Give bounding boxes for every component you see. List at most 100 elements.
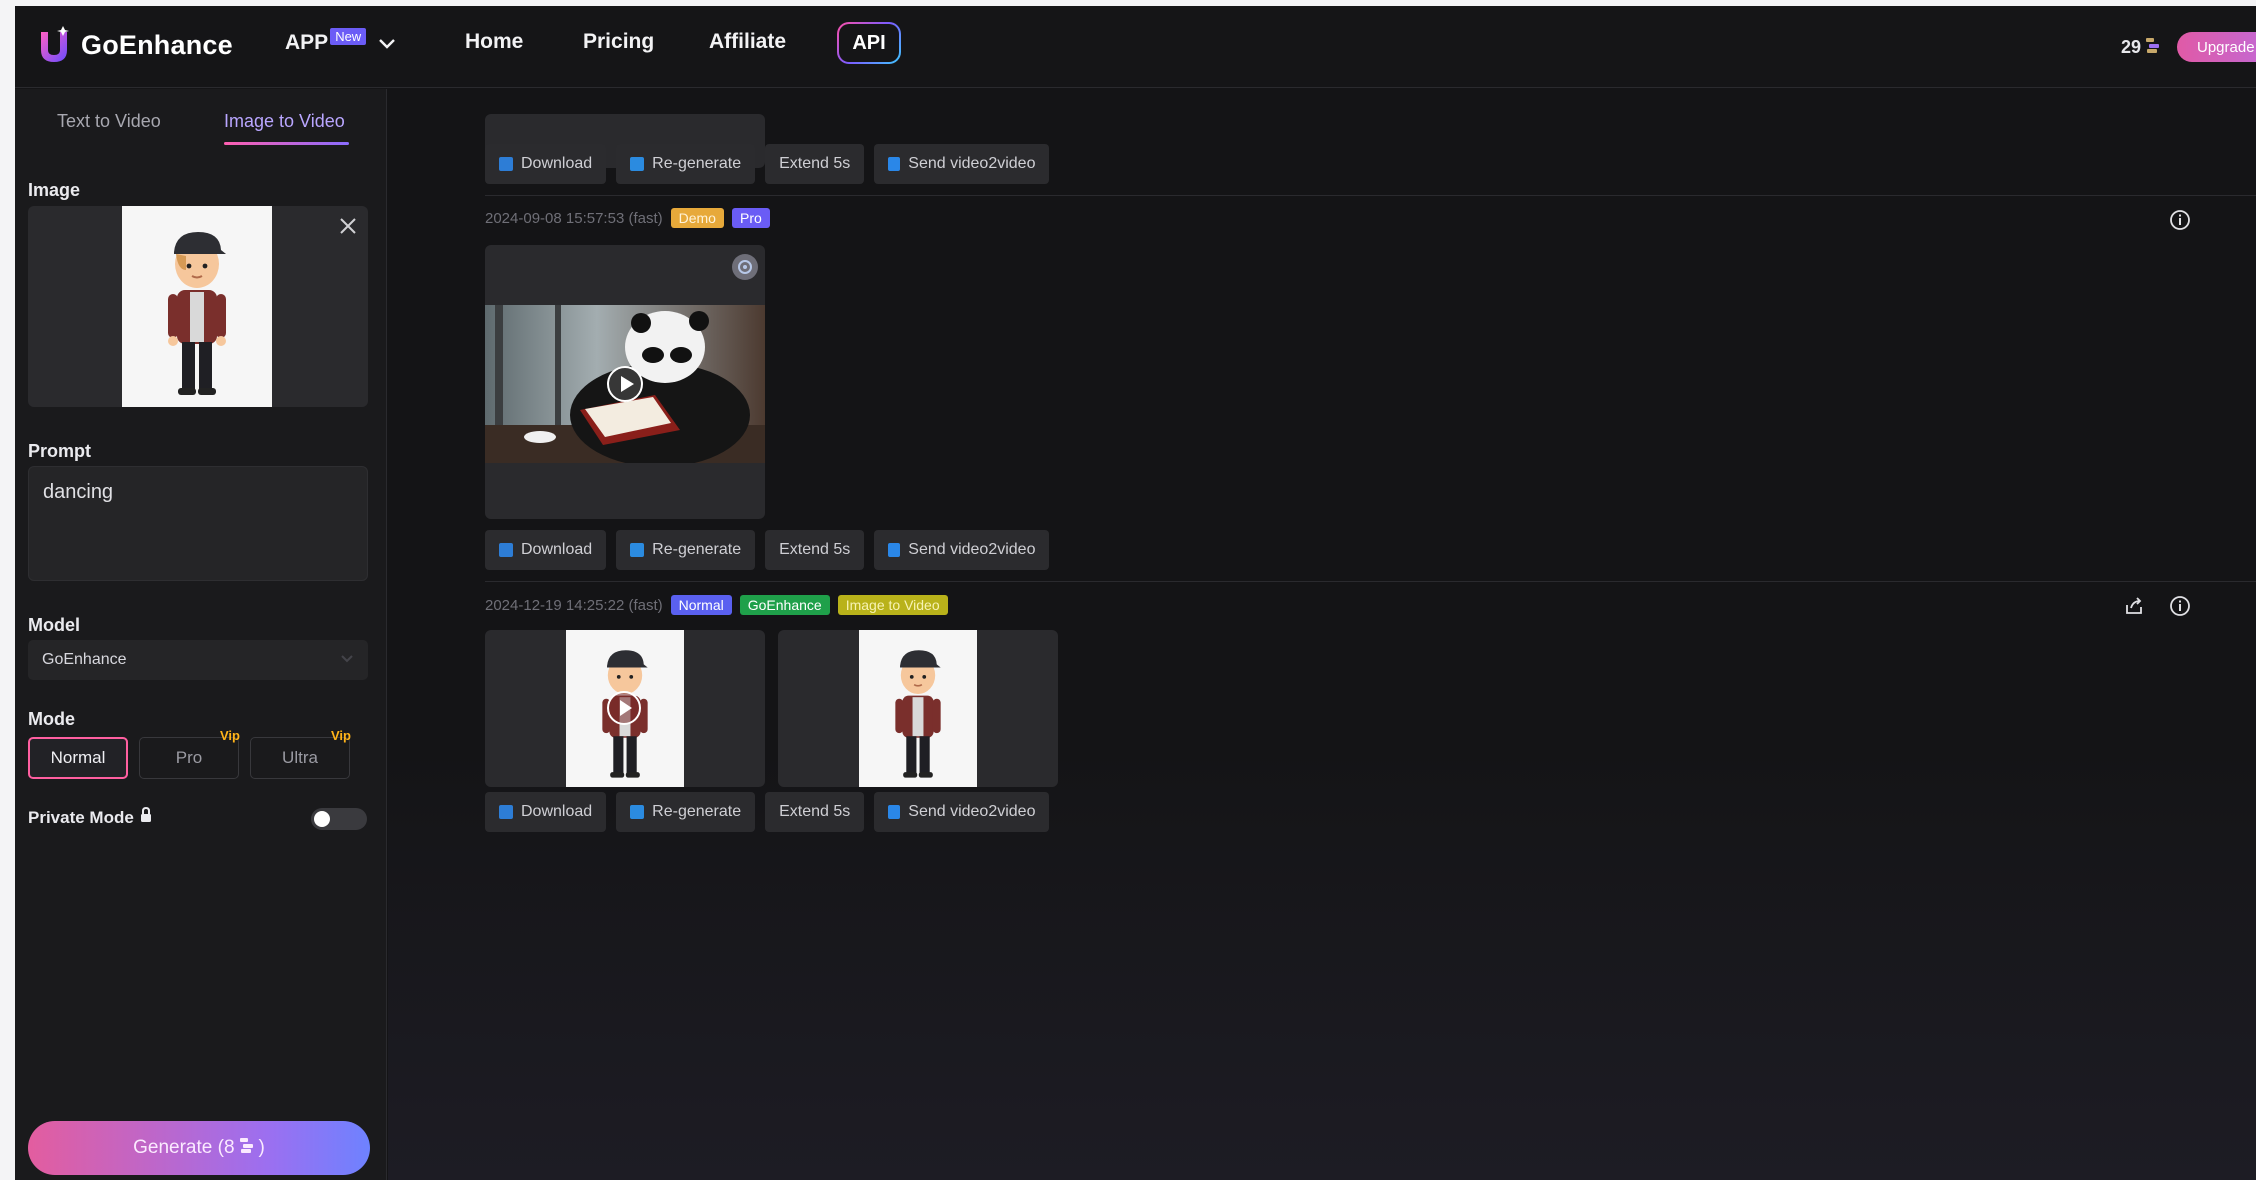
- download-label: Download: [521, 155, 593, 172]
- nav-app-label: APP: [285, 31, 329, 54]
- mode-pro-button[interactable]: Pro Vip: [139, 728, 240, 779]
- boy-character-illustration: [168, 232, 226, 395]
- nav-app-menu[interactable]: APP New: [285, 27, 396, 56]
- tag-demo: Demo: [670, 208, 724, 228]
- nav-pricing[interactable]: Pricing: [583, 30, 654, 54]
- extend-label: Extend 5s: [779, 803, 851, 820]
- result-actions: Download Re-generate Extend 5s Send vide…: [485, 530, 1050, 570]
- credits-display[interactable]: 29: [2121, 36, 2161, 59]
- credits-count: 29: [2121, 37, 2142, 57]
- image-upload-preview[interactable]: [28, 206, 368, 407]
- private-mode-toggle[interactable]: [311, 808, 367, 830]
- result-actions: Download Re-generate Extend 5s Send vide…: [485, 792, 1050, 832]
- share-icon[interactable]: [2123, 595, 2145, 622]
- tag-pro: Pro: [731, 208, 770, 228]
- goenhance-logo-icon: [35, 24, 73, 66]
- tab-image-to-video[interactable]: Image to Video: [224, 111, 345, 132]
- generate-button[interactable]: Generate (8 ): [28, 1121, 370, 1175]
- result-timestamp: 2024-12-19 14:25:22 (fast): [485, 596, 663, 614]
- credit-coin-icon: [239, 1136, 255, 1160]
- regenerate-label: Re-generate: [652, 541, 742, 558]
- tag-image-to-video: Image to Video: [837, 595, 948, 615]
- toggle-knob: [314, 811, 330, 827]
- regenerate-button[interactable]: Re-generate: [616, 144, 756, 184]
- model-label: Model: [28, 615, 80, 635]
- nav-api-button[interactable]: API: [837, 22, 901, 64]
- source-image-card[interactable]: [778, 630, 1058, 787]
- download-button[interactable]: Download: [485, 144, 607, 184]
- vip-badge: Vip: [220, 728, 240, 743]
- info-icon[interactable]: [2169, 595, 2191, 622]
- regenerate-button[interactable]: Re-generate: [616, 530, 756, 570]
- divider: [485, 581, 2256, 582]
- download-button[interactable]: Download: [485, 792, 607, 832]
- send-label: Send video2video: [908, 803, 1036, 820]
- regenerate-label: Re-generate: [652, 803, 742, 820]
- close-icon: [339, 217, 357, 240]
- mode-ultra-button[interactable]: Ultra Vip: [250, 728, 351, 779]
- result-meta: 2024-09-08 15:57:53 (fast) Demo Pro: [485, 208, 770, 228]
- download-label: Download: [521, 541, 593, 558]
- regenerate-button[interactable]: Re-generate: [616, 792, 756, 832]
- brand-logo[interactable]: GoEnhance: [35, 22, 233, 68]
- play-icon[interactable]: [606, 365, 644, 408]
- tab-text-to-video[interactable]: Text to Video: [57, 111, 161, 132]
- result-meta: 2024-12-19 14:25:22 (fast) Normal GoEnha…: [485, 595, 948, 615]
- send-video2video-button[interactable]: Send video2video: [874, 792, 1050, 832]
- result-actions: Download Re-generate Extend 5s Send vide…: [485, 144, 1050, 184]
- model-select[interactable]: GoEnhance: [28, 640, 368, 680]
- vip-badge: Vip: [331, 728, 351, 743]
- generate-label: Generate (8: [133, 1137, 235, 1158]
- extend-label: Extend 5s: [779, 541, 851, 558]
- credit-coin-icon: [2145, 36, 2161, 59]
- enhance-icon[interactable]: [731, 253, 759, 286]
- download-icon: [499, 543, 513, 557]
- refresh-icon: [630, 543, 645, 557]
- send-label: Send video2video: [908, 155, 1036, 172]
- extend-button[interactable]: Extend 5s: [765, 530, 865, 570]
- refresh-icon: [630, 805, 645, 819]
- source-image-thumbnail: [859, 630, 977, 787]
- download-button[interactable]: Download: [485, 530, 607, 570]
- nav-home[interactable]: Home: [465, 30, 523, 54]
- prompt-textarea[interactable]: dancing: [28, 466, 368, 581]
- remove-image-button[interactable]: [334, 214, 362, 242]
- new-badge: New: [330, 27, 367, 45]
- upload-icon: [888, 543, 901, 557]
- active-tab-indicator: [224, 142, 349, 145]
- video-result-card[interactable]: [485, 245, 765, 519]
- private-mode-row: Private Mode: [28, 806, 152, 828]
- mode-ultra-label: Ultra: [282, 748, 318, 767]
- video-thumbnail: [566, 630, 684, 787]
- download-icon: [499, 157, 513, 171]
- uploaded-image: [122, 206, 272, 407]
- info-icon[interactable]: [2169, 209, 2191, 236]
- private-mode-label: Private Mode: [28, 807, 134, 827]
- upgrade-button[interactable]: Upgrade: [2177, 32, 2256, 62]
- image-label: Image: [28, 180, 81, 200]
- chevron-down-icon: [340, 651, 354, 669]
- tag-normal: Normal: [670, 595, 732, 615]
- regenerate-label: Re-generate: [652, 155, 742, 172]
- tag-goenhance: GoEnhance: [739, 595, 830, 615]
- video-result-card[interactable]: [485, 630, 765, 787]
- model-select-value: GoEnhance: [42, 651, 127, 668]
- chevron-down-icon: [378, 32, 396, 56]
- nav-affiliate[interactable]: Affiliate: [709, 30, 786, 54]
- upload-icon: [888, 805, 901, 819]
- nav-api-label: API: [839, 24, 899, 62]
- extend-button[interactable]: Extend 5s: [765, 144, 865, 184]
- brand-name: GoEnhance: [81, 29, 233, 60]
- generation-sidebar: Text to Video Image to Video Image Promp…: [15, 89, 387, 1180]
- prompt-label: Prompt: [28, 441, 91, 461]
- play-icon[interactable]: [606, 690, 642, 731]
- extend-button[interactable]: Extend 5s: [765, 792, 865, 832]
- send-video2video-button[interactable]: Send video2video: [874, 144, 1050, 184]
- refresh-icon: [630, 157, 645, 171]
- divider: [485, 195, 2256, 196]
- mode-normal-button[interactable]: Normal: [28, 737, 128, 779]
- send-video2video-button[interactable]: Send video2video: [874, 530, 1050, 570]
- top-navigation-bar: GoEnhance APP New Home Pricing Affiliate…: [15, 6, 2256, 88]
- extend-label: Extend 5s: [779, 155, 851, 172]
- upload-icon: [888, 157, 901, 171]
